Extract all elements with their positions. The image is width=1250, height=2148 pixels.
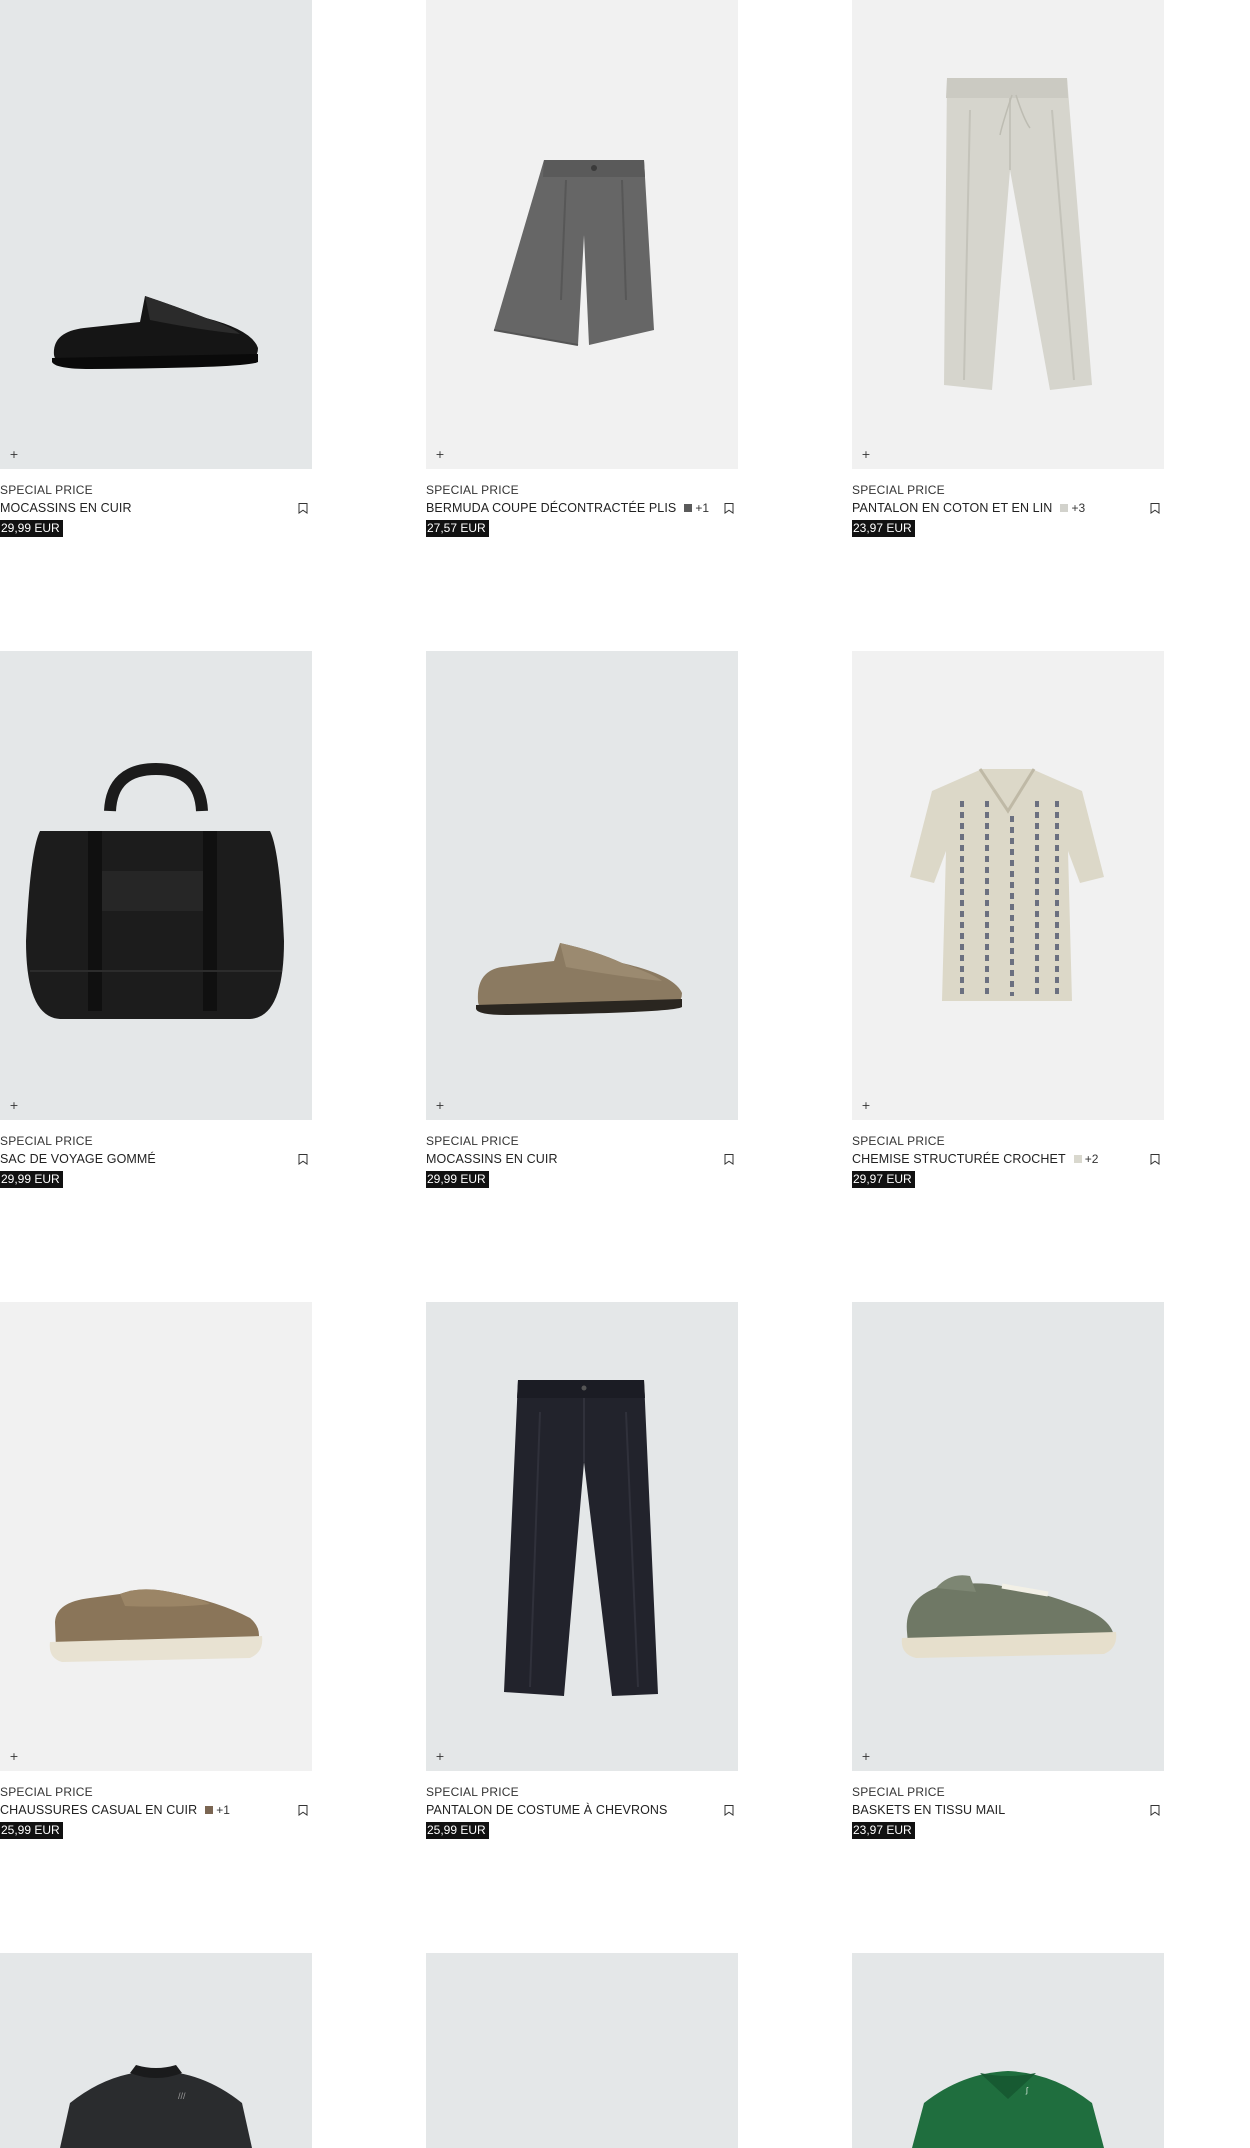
product-image[interactable]: ///	[0, 1953, 312, 2148]
product-card[interactable]: + SPECIAL PRICE MOCASSINS EN CUIR 29,99 …	[426, 651, 738, 1188]
plus-icon[interactable]: +	[860, 1751, 872, 1763]
color-swatch[interactable]	[205, 1805, 214, 1814]
product-name[interactable]: SAC DE VOYAGE GOMMÉ	[0, 1152, 156, 1166]
product-card[interactable]: + SPECIAL PRICE PANTALON EN COTON ET EN …	[852, 0, 1164, 537]
product-image[interactable]	[426, 1953, 738, 2148]
product-name[interactable]: PANTALON DE COSTUME À CHEVRONS	[426, 1803, 667, 1817]
bookmark-icon[interactable]	[1150, 503, 1160, 514]
product-price: 25,99 EUR	[0, 1822, 63, 1839]
product-name[interactable]: MOCASSINS EN CUIR	[0, 501, 132, 515]
product-name[interactable]: MOCASSINS EN CUIR	[426, 1152, 558, 1166]
product-name[interactable]: BERMUDA COUPE DÉCONTRACTÉE PLIS	[426, 501, 676, 515]
product-tag: SPECIAL PRICE	[0, 483, 93, 497]
product-image[interactable]: +	[426, 651, 738, 1120]
product-name[interactable]: CHEMISE STRUCTURÉE CROCHET	[852, 1152, 1066, 1166]
product-price: 29,99 EUR	[0, 1171, 63, 1188]
plus-icon[interactable]: +	[8, 1751, 20, 1763]
product-price: 29,97 EUR	[852, 1171, 915, 1188]
color-swatch[interactable]	[1060, 503, 1069, 512]
product-image[interactable]: +	[0, 0, 312, 469]
plus-icon[interactable]: +	[860, 449, 872, 461]
product-tag: SPECIAL PRICE	[426, 483, 519, 497]
bookmark-icon[interactable]	[724, 1805, 734, 1816]
product-tag: SPECIAL PRICE	[852, 483, 945, 497]
product-card[interactable]: + SPECIAL PRICE MOCASSINS EN CUIR 29,99 …	[0, 0, 312, 537]
svg-text:///: ///	[178, 2091, 186, 2101]
product-image[interactable]: +	[426, 0, 738, 469]
bookmark-icon[interactable]	[1150, 1154, 1160, 1165]
product-tag: SPECIAL PRICE	[852, 1134, 945, 1148]
bookmark-icon[interactable]	[724, 503, 734, 514]
product-tag: SPECIAL PRICE	[426, 1134, 519, 1148]
plus-icon[interactable]: +	[8, 1100, 20, 1112]
product-card[interactable]: + SPECIAL PRICE CHAUSSURES CASUAL EN CUI…	[0, 1302, 312, 1839]
plus-icon[interactable]: +	[8, 449, 20, 461]
color-swatch[interactable]	[1073, 1154, 1082, 1163]
more-colors[interactable]: +2	[1085, 1152, 1099, 1166]
product-card[interactable]: + SPECIAL PRICE CHEMISE STRUCTURÉE CROCH…	[852, 651, 1164, 1188]
bookmark-icon[interactable]	[298, 1154, 308, 1165]
product-image[interactable]: +	[852, 0, 1164, 469]
product-card[interactable]: ///	[0, 1953, 312, 2148]
product-tag: SPECIAL PRICE	[0, 1785, 93, 1799]
product-tag: SPECIAL PRICE	[852, 1785, 945, 1799]
product-card[interactable]: ʃ	[852, 1953, 1164, 2148]
more-colors[interactable]: +1	[695, 501, 709, 515]
more-colors[interactable]: +3	[1071, 501, 1085, 515]
product-price: 29,99 EUR	[0, 520, 63, 537]
product-image[interactable]: +	[852, 1302, 1164, 1771]
bookmark-icon[interactable]	[298, 503, 308, 514]
bookmark-icon[interactable]	[724, 1154, 734, 1165]
product-card[interactable]	[426, 1953, 738, 2148]
product-image[interactable]: +	[0, 651, 312, 1120]
product-image[interactable]: +	[852, 651, 1164, 1120]
product-tag: SPECIAL PRICE	[0, 1134, 93, 1148]
bookmark-icon[interactable]	[298, 1805, 308, 1816]
product-price: 23,97 EUR	[852, 520, 915, 537]
product-name[interactable]: BASKETS EN TISSU MAIL	[852, 1803, 1005, 1817]
bookmark-icon[interactable]	[1150, 1805, 1160, 1816]
product-card[interactable]: + SPECIAL PRICE BASKETS EN TISSU MAIL 23…	[852, 1302, 1164, 1839]
plus-icon[interactable]: +	[860, 1100, 872, 1112]
product-price: 27,57 EUR	[426, 520, 489, 537]
product-image[interactable]: +	[426, 1302, 738, 1771]
product-card[interactable]: + SPECIAL PRICE SAC DE VOYAGE GOMMÉ 29,9…	[0, 651, 312, 1188]
product-image[interactable]: +	[0, 1302, 312, 1771]
product-image[interactable]: ʃ	[852, 1953, 1164, 2148]
color-swatch[interactable]	[684, 503, 693, 512]
plus-icon[interactable]: +	[434, 1100, 446, 1112]
product-name[interactable]: PANTALON EN COTON ET EN LIN	[852, 501, 1052, 515]
product-name[interactable]: CHAUSSURES CASUAL EN CUIR	[0, 1803, 197, 1817]
product-price: 29,99 EUR	[426, 1171, 489, 1188]
product-card[interactable]: + SPECIAL PRICE PANTALON DE COSTUME À CH…	[426, 1302, 738, 1839]
product-tag: SPECIAL PRICE	[426, 1785, 519, 1799]
plus-icon[interactable]: +	[434, 449, 446, 461]
product-card[interactable]: + SPECIAL PRICE BERMUDA COUPE DÉCONTRACT…	[426, 0, 738, 537]
product-price: 25,99 EUR	[426, 1822, 489, 1839]
plus-icon[interactable]: +	[434, 1751, 446, 1763]
product-price: 23,97 EUR	[852, 1822, 915, 1839]
more-colors[interactable]: +1	[216, 1803, 230, 1817]
